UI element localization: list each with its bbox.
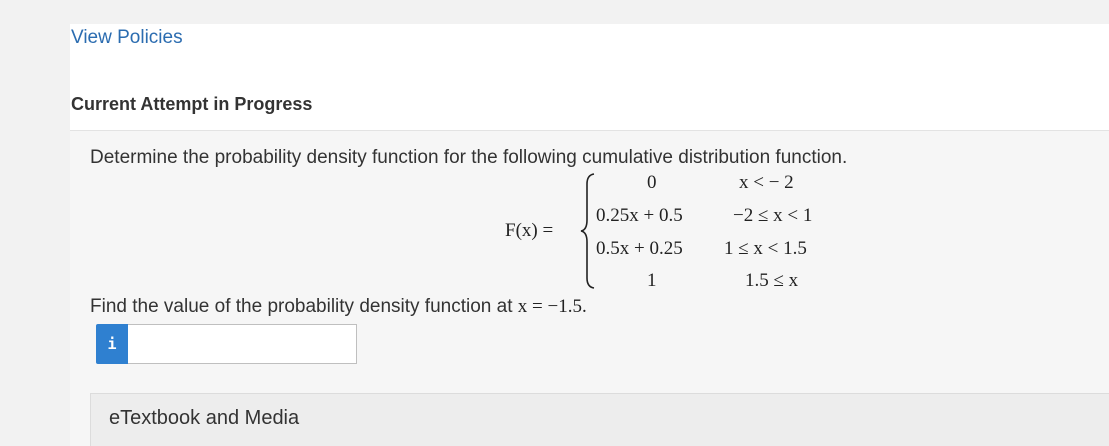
etextbook-media-label: eTextbook and Media: [109, 407, 300, 429]
question-prompt: Determine the probability density functi…: [90, 147, 848, 168]
left-brace-icon: [580, 173, 595, 289]
case-condition-2: −2 ≤ x < 1: [733, 205, 813, 226]
attempt-title: Current Attempt in Progress: [71, 94, 313, 114]
info-icon: i: [107, 335, 117, 353]
find-instruction: Find the value of the probability densit…: [90, 296, 587, 318]
case-condition-1: x < − 2: [739, 172, 794, 193]
info-button[interactable]: i: [96, 324, 128, 364]
case-value-1: 0: [647, 172, 657, 193]
view-policies-link[interactable]: View Policies: [71, 27, 183, 49]
case-value-2: 0.25x + 0.5: [596, 205, 683, 226]
answer-input[interactable]: [128, 324, 357, 364]
find-prefix: Find the value of the probability densit…: [90, 296, 518, 317]
function-name: F(x): [505, 220, 538, 241]
case-condition-4: 1.5 ≤ x: [745, 270, 799, 291]
function-label: F(x) =: [505, 220, 553, 242]
case-condition-3: 1 ≤ x < 1.5: [724, 238, 807, 259]
equals-sign: =: [542, 220, 554, 241]
etextbook-media-button[interactable]: eTextbook and Media: [90, 393, 1109, 446]
case-value-3: 0.5x + 0.25: [596, 238, 683, 259]
find-math: x = −1.5.: [517, 296, 587, 317]
case-value-4: 1: [647, 270, 657, 291]
